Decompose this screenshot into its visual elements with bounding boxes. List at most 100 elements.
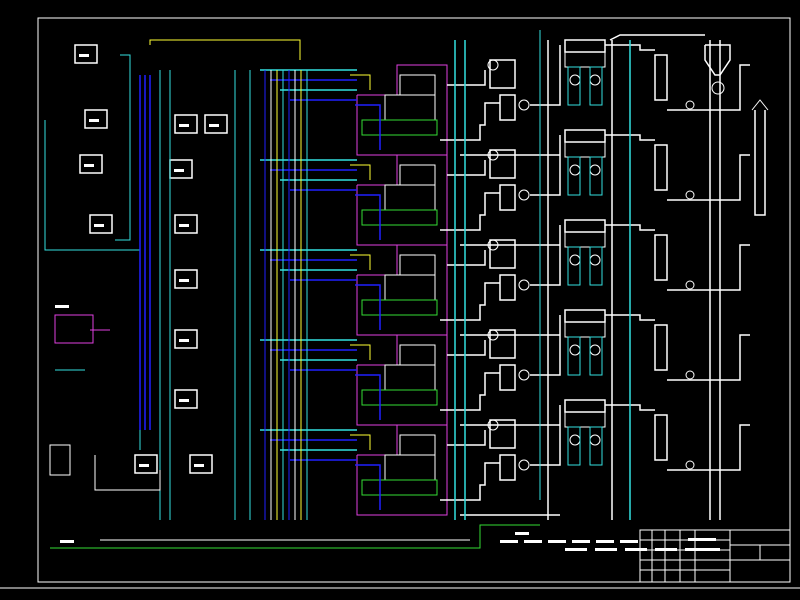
- chimney-icon: [654, 144, 668, 191]
- furnace-icon: [499, 364, 516, 391]
- stack-top-icon: [751, 99, 769, 111]
- pipe-line: [50, 524, 540, 549]
- flue-line: [530, 225, 561, 286]
- reactor-tank-icon: [384, 94, 436, 121]
- pipe-line: [589, 246, 603, 286]
- cell-bank: [361, 209, 438, 226]
- furnace-icon: [499, 454, 516, 481]
- reactor-tank-icon: [399, 344, 436, 366]
- note-text: [625, 548, 647, 551]
- tank-label: [139, 464, 149, 467]
- boiler-icon: [489, 329, 516, 359]
- tank-label: [194, 464, 204, 467]
- hopper-icon: [589, 164, 601, 176]
- reactor-tank-icon: [399, 74, 436, 96]
- hopper-icon: [589, 74, 601, 86]
- reactor-tank-icon: [399, 254, 436, 276]
- flue-line: [530, 315, 561, 376]
- pipe-line: [350, 164, 371, 180]
- reactor-tank-icon: [384, 364, 436, 391]
- note-text: [500, 540, 518, 543]
- cell-bank: [361, 299, 438, 316]
- pipe-line: [567, 156, 581, 196]
- pipe-line: [567, 336, 581, 376]
- process-unit-2: [260, 129, 750, 246]
- flue-line: [447, 70, 486, 86]
- reactor-tank-icon: [384, 184, 436, 211]
- pipe-line: [350, 344, 371, 360]
- boiler-icon: [489, 419, 516, 449]
- flue-line: [440, 372, 500, 411]
- dust-collector-icon: [564, 309, 606, 323]
- boiler-icon: [489, 59, 516, 89]
- tank-label: [174, 169, 184, 172]
- tank-label: [179, 124, 189, 127]
- note-text: [524, 540, 542, 543]
- process-flow-drawing: [0, 17, 800, 589]
- fan-icon: [518, 189, 530, 201]
- pipe-line: [567, 426, 581, 466]
- silo-icon: [704, 44, 731, 76]
- flue-line: [530, 405, 561, 466]
- flue-line: [530, 135, 561, 196]
- flue-line: [447, 160, 486, 176]
- hopper-icon: [589, 344, 601, 356]
- pipe-line: [355, 284, 381, 330]
- boiler-icon: [489, 149, 516, 179]
- pump-icon: [685, 460, 695, 470]
- notes-heading: [515, 532, 529, 535]
- flue-line: [440, 282, 500, 321]
- dust-collector-icon: [564, 141, 606, 158]
- chimney-icon: [654, 234, 668, 281]
- furnace-icon: [499, 274, 516, 301]
- tank-label: [179, 399, 189, 402]
- note-text: [572, 540, 590, 543]
- dust-collector-icon: [564, 51, 606, 68]
- note-text: [655, 548, 677, 551]
- note-text: [565, 548, 587, 551]
- hopper-icon: [569, 74, 581, 86]
- detail-callout: [54, 314, 94, 344]
- hopper-icon: [589, 434, 601, 446]
- fan-icon: [518, 369, 530, 381]
- furnace-icon: [499, 184, 516, 211]
- pipe-line: [350, 434, 371, 450]
- reactor-tank-icon: [384, 274, 436, 301]
- tank-label: [179, 224, 189, 227]
- flue-line: [667, 244, 750, 291]
- cell-bank: [361, 479, 438, 496]
- reactor-tank-icon: [399, 164, 436, 186]
- flue-line: [447, 430, 486, 446]
- flue-line: [667, 154, 750, 201]
- note-text: [548, 540, 566, 543]
- chimney-icon: [654, 54, 668, 101]
- hopper-icon: [589, 254, 601, 266]
- flue-line: [440, 102, 500, 141]
- tank-label: [84, 164, 94, 167]
- flue-line: [447, 250, 486, 266]
- tank-label: [94, 224, 104, 227]
- flue-line: [667, 334, 750, 381]
- pipe-line: [355, 464, 381, 510]
- conveyor-line: [609, 34, 705, 41]
- hopper-icon: [569, 164, 581, 176]
- chimney-icon: [654, 324, 668, 371]
- flue-line: [440, 192, 500, 231]
- process-unit-5: [260, 399, 750, 516]
- pump-icon: [685, 280, 695, 290]
- pipe-line: [350, 254, 371, 270]
- furnace-icon: [499, 94, 516, 121]
- pipe-line: [44, 120, 141, 450]
- cell-bank: [361, 389, 438, 406]
- pipe-line: [589, 156, 603, 196]
- pump-icon: [685, 100, 695, 110]
- dust-collector-icon: [564, 321, 606, 338]
- pipe-line: [350, 74, 371, 90]
- tank-label: [179, 339, 189, 342]
- pipe-line: [149, 39, 301, 60]
- pipe-line: [355, 194, 381, 240]
- flue-line: [447, 340, 486, 356]
- pipe-line: [589, 66, 603, 106]
- process-unit-1: [260, 39, 750, 156]
- pipe-line: [567, 66, 581, 106]
